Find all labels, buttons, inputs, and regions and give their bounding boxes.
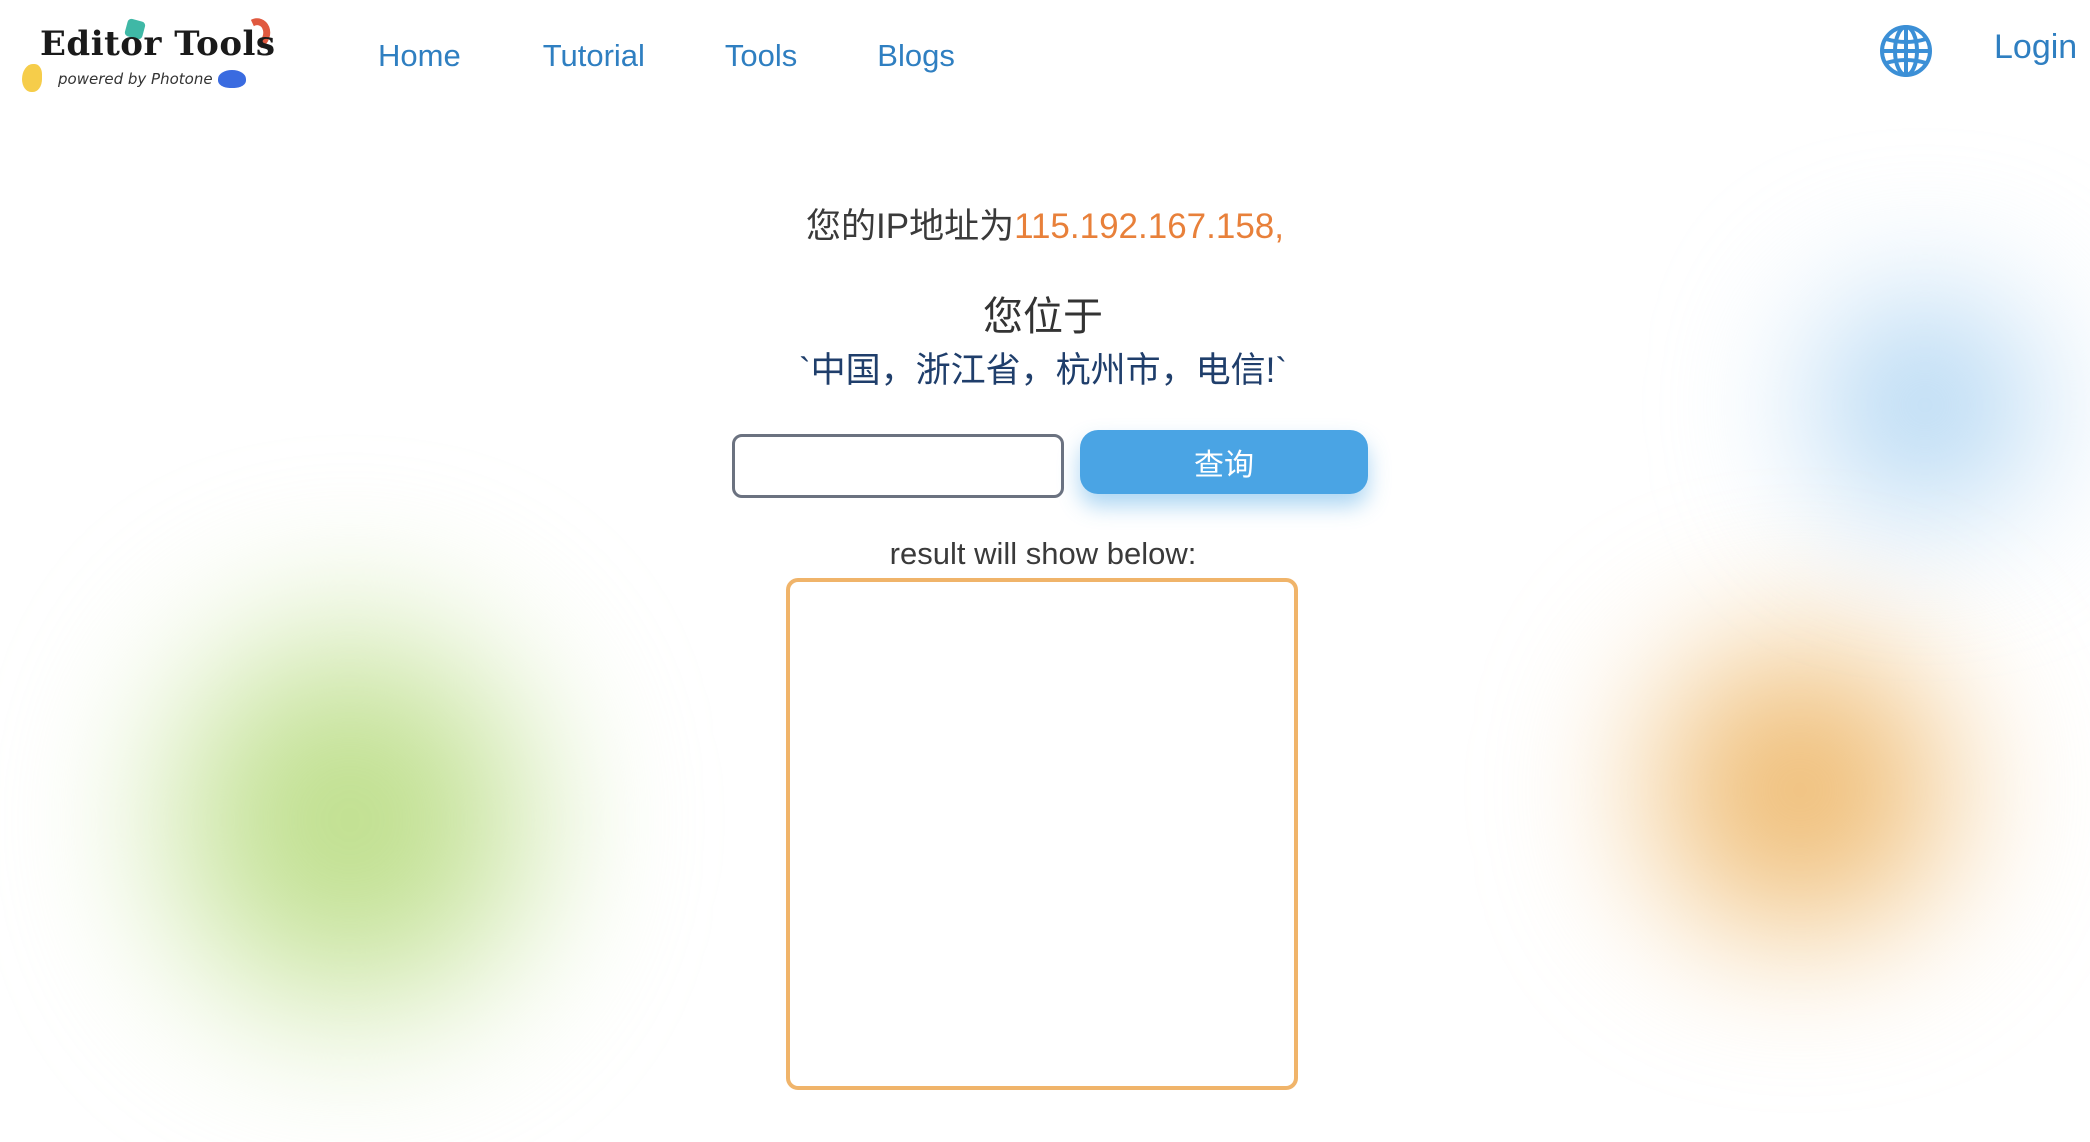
nav-home-link[interactable]: Home [378,38,461,74]
ip-address-line: 您的IP地址为115.192.167.158, [0,198,2090,249]
ip-prefix: 您的IP地址为 [806,207,1015,246]
logo-blue-shape [218,70,246,88]
query-button[interactable]: 查询 [1080,430,1368,494]
location-value: `中国，浙江省，杭州市，电信!` [798,351,1288,390]
ip-query-input[interactable] [732,434,1064,498]
result-label: result will show below: [889,536,1197,571]
main-nav: Home Tutorial Tools Blogs [378,38,955,74]
located-label: 您位于 [983,295,1103,339]
decorative-orange-blob [1610,620,1990,960]
globe-icon[interactable] [1878,23,1934,79]
ip-address-value: 115.192.167.158, [1014,207,1284,246]
page: Editor Tools powered by Photone Home Tut… [0,0,2090,1142]
logo-subtitle: powered by Photone [58,70,213,88]
nav-tutorial-link[interactable]: Tutorial [543,38,645,74]
site-header: Editor Tools powered by Photone Home Tut… [0,0,2090,110]
result-textarea[interactable] [786,578,1298,1090]
logo-yellow-shape [22,64,42,92]
nav-tools-link[interactable]: Tools [725,38,797,74]
decorative-green-blob [130,580,570,1060]
logo-title: Editor Tools [40,24,276,64]
login-link[interactable]: Login [1994,28,2077,67]
nav-blogs-link[interactable]: Blogs [877,38,955,74]
site-logo[interactable]: Editor Tools powered by Photone [20,14,276,98]
